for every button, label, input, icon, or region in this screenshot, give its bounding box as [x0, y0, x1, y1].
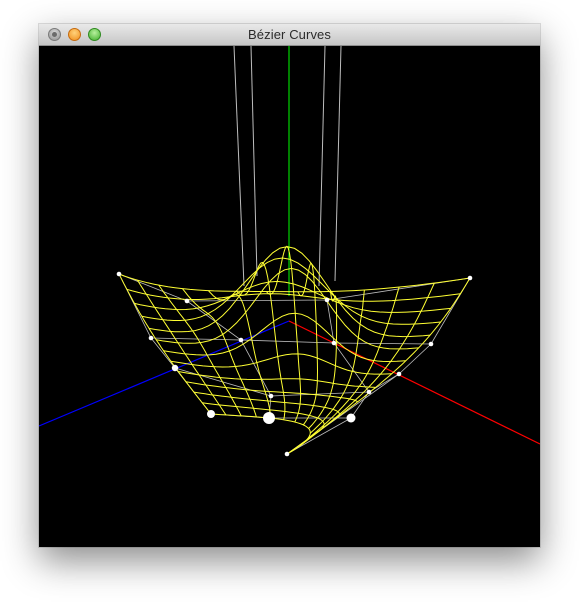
control-point-1-2 [331, 340, 337, 346]
rail-2 [334, 46, 342, 282]
control-point-3-2 [346, 413, 356, 423]
control-point-0-0 [116, 271, 122, 277]
net-row-2 [174, 367, 400, 397]
window-title: Bézier Curves [248, 27, 331, 42]
control-point-3-1 [263, 412, 275, 424]
bezier-scene[interactable] [39, 46, 540, 547]
axes [39, 46, 540, 445]
rail-1 [250, 46, 258, 277]
rail-0 [233, 46, 245, 287]
control-point-3-0 [207, 410, 215, 418]
surface-u-0 [118, 273, 471, 293]
surface-u-9 [185, 381, 358, 403]
app-window: Bézier Curves [39, 24, 540, 547]
control-point-0-1 [184, 298, 190, 304]
surface-u-6 [163, 312, 406, 363]
control-point-1-1 [238, 337, 244, 343]
vertical-rails [233, 46, 342, 287]
control-point-2-2 [366, 389, 372, 395]
desktop: Bézier Curves [0, 0, 580, 602]
control-point-0-3 [467, 275, 473, 281]
rail-3 [318, 46, 326, 287]
bezier-surface [118, 245, 471, 455]
control-point-0-2 [324, 297, 330, 303]
surface-u-2 [134, 280, 451, 313]
control-point-2-3 [396, 371, 402, 377]
control-point-2-1 [268, 393, 274, 399]
surface-v-11 [299, 282, 435, 447]
control-point-3-3 [284, 451, 290, 457]
surface-v-3 [182, 288, 257, 418]
control-point-1-0 [148, 335, 154, 341]
title-bar[interactable]: Bézier Curves [39, 24, 540, 46]
control-point-1-3 [428, 341, 434, 347]
opengl-canvas[interactable] [39, 46, 540, 547]
net-col-3 [286, 277, 471, 455]
surface-v-12 [286, 277, 471, 455]
control-point-2-0 [171, 364, 179, 372]
